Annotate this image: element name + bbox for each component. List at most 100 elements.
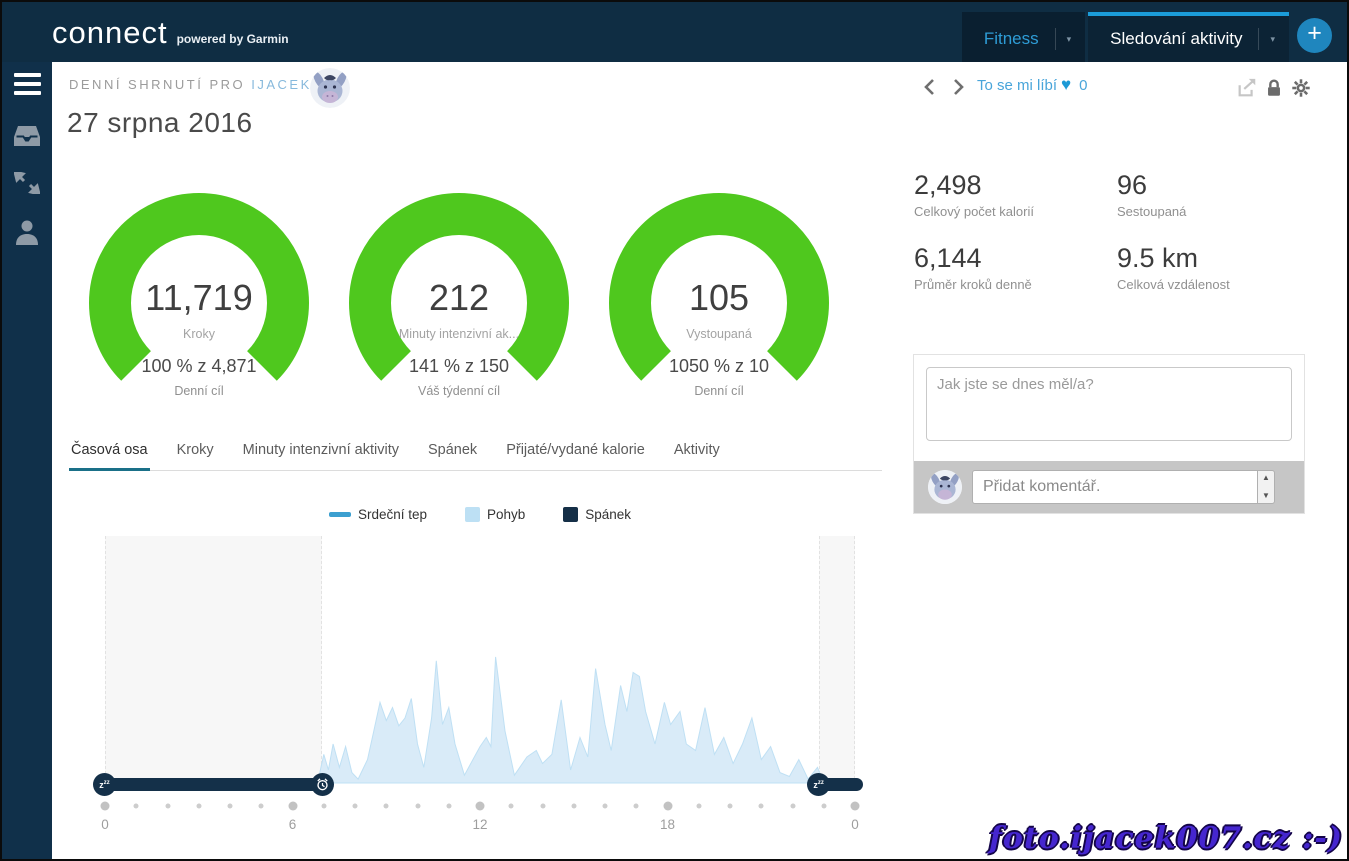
inbox-icon[interactable] bbox=[2, 124, 52, 148]
hour-tick-dot[interactable] bbox=[384, 804, 389, 809]
legend-item: Spánek bbox=[563, 507, 631, 522]
hour-tick-dot[interactable] bbox=[196, 804, 201, 809]
hour-tick-dot[interactable] bbox=[476, 802, 485, 811]
connections-icon[interactable] bbox=[2, 172, 52, 194]
logo[interactable]: connect powered by Garmin bbox=[52, 2, 289, 62]
hour-tick-dot[interactable] bbox=[134, 804, 139, 809]
profile-icon[interactable] bbox=[2, 218, 52, 246]
goal-gauge[interactable]: 212Minuty intenzivní ak...141 % z 150Váš… bbox=[329, 191, 589, 406]
menu-icon[interactable] bbox=[2, 73, 52, 100]
share-icon[interactable] bbox=[1236, 77, 1258, 99]
scroll-up-icon[interactable]: ▲ bbox=[1262, 474, 1270, 482]
user-avatar[interactable] bbox=[310, 68, 350, 108]
legend-swatch bbox=[563, 507, 578, 522]
legend-item: Pohyb bbox=[465, 507, 525, 522]
sleep-start-handle[interactable]: zzz bbox=[807, 773, 830, 796]
stat-value: 2,498 bbox=[914, 170, 1117, 201]
chevron-down-icon[interactable]: ▾ bbox=[1270, 34, 1275, 45]
timeline-chart[interactable]: zzzzzz bbox=[105, 536, 855, 784]
summary-stat: 9.5 kmCelková vzdálenost bbox=[1117, 243, 1309, 292]
hour-tick-dot[interactable] bbox=[634, 804, 639, 809]
hour-tick-dot[interactable] bbox=[603, 804, 608, 809]
next-day-button[interactable] bbox=[946, 76, 968, 98]
stat-value: 96 bbox=[1117, 170, 1309, 201]
top-navbar: connect powered by Garmin Fitness▾Sledov… bbox=[2, 2, 1347, 62]
comment-scrollbar[interactable]: ▲ ▼ bbox=[1258, 470, 1275, 504]
gauge-label: Kroky bbox=[69, 327, 329, 341]
app-frame: connect powered by Garmin Fitness▾Sledov… bbox=[0, 0, 1349, 861]
scroll-down-icon[interactable]: ▼ bbox=[1262, 492, 1270, 500]
detail-tab[interactable]: Aktivity bbox=[672, 442, 722, 471]
comment-widget: ▲ ▼ bbox=[913, 354, 1305, 514]
left-sidebar bbox=[2, 62, 52, 859]
summary-stat: 2,498Celkový počet kalorií bbox=[914, 170, 1117, 219]
hour-tick-dot[interactable] bbox=[228, 804, 233, 809]
detail-tab[interactable]: Přijaté/vydané kalorie bbox=[504, 442, 647, 471]
comment-input[interactable] bbox=[972, 470, 1258, 504]
sleep-zzz-icon: zzz bbox=[99, 780, 110, 790]
hour-tick-dot[interactable] bbox=[571, 804, 576, 809]
settings-gear-icon[interactable] bbox=[1290, 77, 1312, 99]
privacy-lock-icon[interactable] bbox=[1263, 77, 1285, 99]
legend-item: Srdeční tep bbox=[329, 507, 427, 522]
hour-tick-dot[interactable] bbox=[728, 804, 733, 809]
legend-label: Pohyb bbox=[487, 507, 525, 522]
chevron-down-icon[interactable]: ▾ bbox=[1067, 34, 1072, 45]
hour-tick-dot[interactable] bbox=[759, 804, 764, 809]
gauge-value: 11,719 bbox=[69, 277, 329, 319]
previous-day-button[interactable] bbox=[920, 76, 942, 98]
sleep-slider-bar[interactable]: zzz bbox=[811, 778, 863, 791]
gauge-progress: 141 % z 150 bbox=[329, 356, 589, 377]
hour-tick-dot[interactable] bbox=[165, 804, 170, 809]
hour-tick-label: 6 bbox=[289, 817, 297, 832]
hour-tick-dot[interactable] bbox=[288, 802, 297, 811]
hour-tick-dot[interactable] bbox=[851, 802, 860, 811]
goal-gauges: 11,719Kroky100 % z 4,871Denní cíl212Minu… bbox=[69, 191, 849, 406]
legend-swatch bbox=[465, 507, 480, 522]
sleep-end-handle[interactable] bbox=[311, 773, 334, 796]
hour-tick-dot[interactable] bbox=[321, 804, 326, 809]
legend-swatch bbox=[329, 512, 351, 517]
hour-tick-label: 0 bbox=[101, 817, 109, 832]
hour-tick-dot[interactable] bbox=[101, 802, 110, 811]
hour-tick-dot[interactable] bbox=[446, 804, 451, 809]
status-input[interactable] bbox=[926, 367, 1292, 441]
gauge-label: Minuty intenzivní ak... bbox=[329, 327, 589, 341]
hour-axis-dots bbox=[105, 799, 855, 813]
gauge-value: 105 bbox=[589, 277, 849, 319]
navbar-tabs: Fitness▾Sledování aktivity▾ bbox=[962, 12, 1289, 62]
hour-tick-dot[interactable] bbox=[790, 804, 795, 809]
summary-label: DENNÍ SHRNUTÍ PRO bbox=[69, 77, 245, 92]
like-count: 0 bbox=[1079, 77, 1087, 94]
logo-tagline: powered by Garmin bbox=[177, 32, 289, 46]
movement-area-series bbox=[105, 536, 855, 784]
hour-tick-dot[interactable] bbox=[353, 804, 358, 809]
detail-tab[interactable]: Minuty intenzivní aktivity bbox=[241, 442, 401, 471]
goal-gauge[interactable]: 11,719Kroky100 % z 4,871Denní cíl bbox=[69, 191, 329, 406]
navbar-tab[interactable]: Sledování aktivity▾ bbox=[1088, 12, 1289, 62]
stat-label: Sestoupaná bbox=[1117, 204, 1309, 219]
detail-tab[interactable]: Spánek bbox=[426, 442, 479, 471]
sleep-slider-bar[interactable]: zzz bbox=[97, 778, 330, 791]
hour-tick-dot[interactable] bbox=[663, 802, 672, 811]
gauge-progress: 1050 % z 10 bbox=[589, 356, 849, 377]
hour-tick-dot[interactable] bbox=[821, 804, 826, 809]
like-control[interactable]: To se mi líbí ♥ 0 bbox=[977, 77, 1087, 94]
hour-tick-dot[interactable] bbox=[540, 804, 545, 809]
sleep-start-handle[interactable]: zzz bbox=[93, 773, 116, 796]
navbar-tab-label: Fitness bbox=[984, 29, 1039, 49]
alarm-clock-icon bbox=[315, 777, 330, 792]
goal-gauge[interactable]: 105Vystoupaná1050 % z 10Denní cíl bbox=[589, 191, 849, 406]
hour-tick-dot[interactable] bbox=[415, 804, 420, 809]
hour-tick-dot[interactable] bbox=[509, 804, 514, 809]
navbar-tab[interactable]: Fitness ▾ bbox=[962, 12, 1085, 62]
gauge-label: Vystoupaná bbox=[589, 327, 849, 341]
tab-divider bbox=[1258, 28, 1259, 50]
stat-value: 9.5 km bbox=[1117, 243, 1309, 274]
detail-tab[interactable]: Kroky bbox=[175, 442, 216, 471]
hour-tick-dot[interactable] bbox=[696, 804, 701, 809]
add-dashboard-button[interactable]: + bbox=[1297, 18, 1332, 53]
hour-tick-dot[interactable] bbox=[259, 804, 264, 809]
timeline-tabs: Časová osa Kroky Minuty intenzivní aktivit… bbox=[69, 442, 882, 471]
detail-tab[interactable]: Časová osa bbox=[69, 442, 150, 471]
